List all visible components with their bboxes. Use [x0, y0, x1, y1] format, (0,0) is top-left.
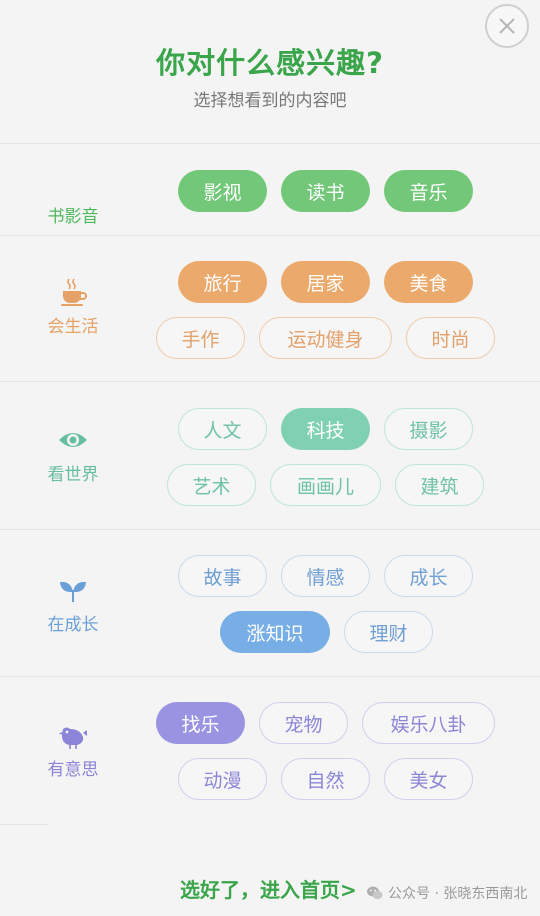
page-subtitle: 选择想看到的内容吧 — [193, 91, 347, 111]
tag-reading[interactable]: 读书 — [281, 170, 370, 212]
bird-icon — [59, 727, 87, 749]
category-living: 会生活 — [40, 276, 106, 337]
tag-movies[interactable]: 影视 — [178, 170, 267, 212]
coffee-cup-icon — [61, 278, 87, 306]
tag-drawing[interactable]: 画画儿 — [270, 464, 381, 506]
tag-pets[interactable]: 宠物 — [259, 702, 348, 744]
tag-knowledge[interactable]: 涨知识 — [220, 611, 330, 653]
enter-homepage-link[interactable]: 选好了，进入首页> — [180, 874, 357, 903]
tag-fashion[interactable]: 时尚 — [406, 317, 495, 359]
tag-photography[interactable]: 摄影 — [384, 408, 473, 450]
tag-anime[interactable]: 动漫 — [178, 758, 267, 800]
category-books-films-music: 书影音 — [40, 202, 106, 227]
section-living: 会生活 旅行 居家 美食 手作 运动健身 时尚 — [0, 235, 540, 381]
tag-growth[interactable]: 成长 — [384, 555, 473, 597]
page-title: 你对什么感兴趣? — [156, 46, 384, 80]
category-see-world: 看世界 — [40, 424, 106, 485]
watermark-text: 公众号 · 张晓东西南北 — [388, 886, 528, 902]
tag-technology[interactable]: 科技 — [281, 408, 370, 450]
category-label: 会生活 — [47, 317, 99, 337]
tag-travel[interactable]: 旅行 — [178, 261, 267, 303]
tag-nature[interactable]: 自然 — [281, 758, 370, 800]
tag-fitness[interactable]: 运动健身 — [259, 317, 392, 359]
category-growing: 在成长 — [40, 574, 106, 635]
section-growing: 在成长 故事 情感 成长 涨知识 理财 — [0, 529, 540, 676]
section-see-world: 看世界 人文 科技 摄影 艺术 画画儿 建筑 — [0, 381, 540, 529]
tag-entertainment-gossip[interactable]: 娱乐八卦 — [362, 702, 495, 744]
interest-picker-page: 你对什么感兴趣? 选择想看到的内容吧 书影音 影视 读书 音乐 会生活 旅行 居… — [0, 0, 540, 916]
tag-handcraft[interactable]: 手作 — [156, 317, 245, 359]
category-interesting: 有意思 — [40, 719, 106, 780]
footer-divider — [0, 824, 48, 825]
tag-emotions[interactable]: 情感 — [281, 555, 370, 597]
category-label: 看世界 — [47, 465, 99, 485]
category-label: 书影音 — [47, 207, 99, 227]
close-icon — [499, 18, 515, 34]
tag-art[interactable]: 艺术 — [167, 464, 256, 506]
tag-humanities[interactable]: 人文 — [178, 408, 267, 450]
tag-stories[interactable]: 故事 — [178, 555, 267, 597]
tag-food[interactable]: 美食 — [384, 261, 473, 303]
tag-finance[interactable]: 理财 — [344, 611, 433, 653]
tag-architecture[interactable]: 建筑 — [395, 464, 484, 506]
tag-music[interactable]: 音乐 — [384, 170, 473, 212]
tag-home[interactable]: 居家 — [281, 261, 370, 303]
wechat-icon — [367, 886, 383, 900]
eye-icon — [59, 433, 87, 447]
watermark: 公众号 · 张晓东西南北 — [366, 883, 527, 903]
category-label: 在成长 — [47, 615, 99, 635]
category-label: 有意思 — [47, 760, 99, 780]
tag-fun[interactable]: 找乐 — [156, 702, 245, 744]
section-books-films-music: 书影音 影视 读书 音乐 — [0, 143, 540, 235]
sprout-icon — [60, 581, 86, 602]
section-interesting: 有意思 找乐 宠物 娱乐八卦 动漫 自然 美女 — [0, 676, 540, 824]
tag-beauty[interactable]: 美女 — [384, 758, 473, 800]
